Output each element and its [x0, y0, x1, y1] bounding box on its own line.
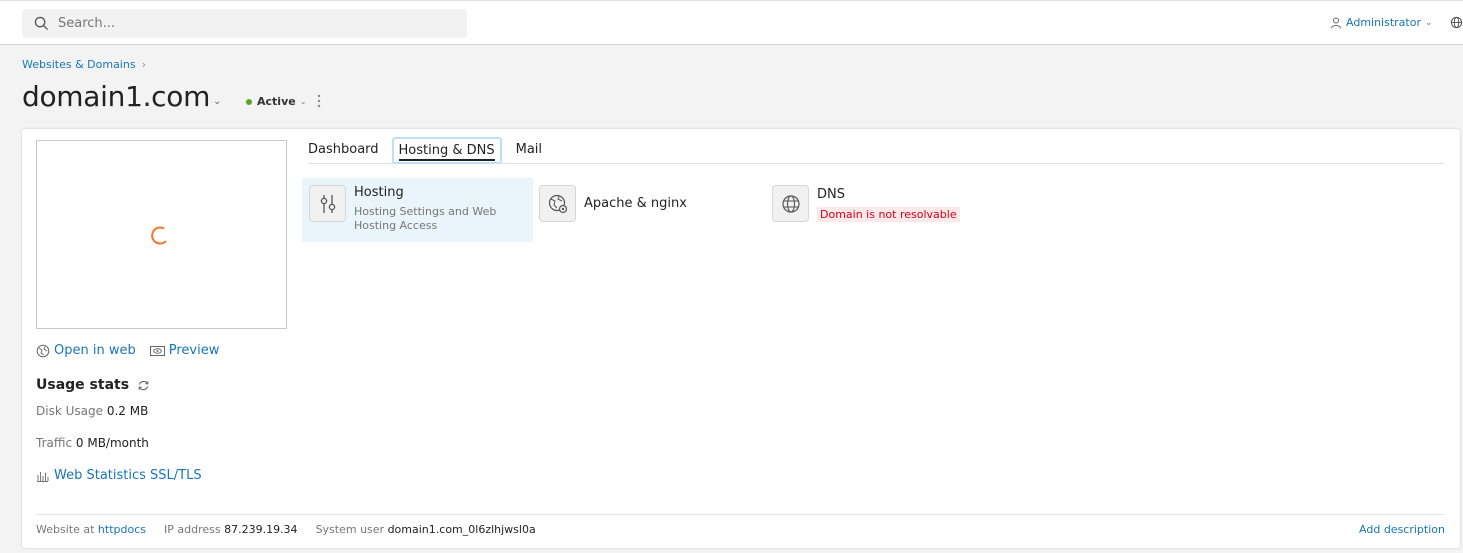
chevron-down-icon: ⌄: [1425, 17, 1433, 28]
dns-tile[interactable]: DNS Domain is not resolvable: [772, 185, 960, 222]
dns-tile-title: DNS: [817, 187, 845, 202]
system-user-value: domain1.com_0l6zlhjwsl0a: [387, 523, 536, 536]
site-links: Open in web Preview: [36, 343, 233, 358]
eye-icon: [149, 345, 165, 356]
tab-dashboard[interactable]: Dashboard: [308, 141, 379, 164]
sliders-icon: [309, 185, 346, 222]
preview-label: Preview: [168, 343, 220, 358]
disk-usage: Disk Usage 0.2 MB: [36, 404, 148, 418]
web-statistics-label: Web Statistics SSL/TLS: [54, 468, 202, 483]
domain-card: Open in web Preview Usage stats Disk Usa…: [22, 129, 1460, 548]
disk-usage-label: Disk Usage: [36, 404, 103, 418]
disk-usage-value: 0.2 MB: [106, 404, 149, 418]
hosting-tile[interactable]: Hosting Hosting Settings and Web Hosting…: [302, 178, 533, 242]
website-at-link[interactable]: httpdocs: [98, 523, 146, 536]
status-dot: [246, 98, 252, 105]
card-footer: Website at httpdocs IP address 87.239.19…: [36, 514, 1445, 536]
system-user-label: System user: [315, 523, 385, 536]
website-at-label: Website at: [36, 523, 95, 536]
website-at: Website at httpdocs: [36, 523, 146, 536]
status-label: Active: [257, 95, 296, 108]
loading-spinner-icon: [151, 226, 167, 245]
chevron-down-icon[interactable]: ⌄: [213, 96, 221, 107]
breadcrumb: Websites & Domains ›: [22, 58, 146, 71]
tab-mail[interactable]: Mail: [516, 141, 542, 164]
tab-hosting-dns[interactable]: Hosting & DNS: [391, 137, 502, 164]
bar-chart-icon: [37, 471, 49, 482]
chevron-down-icon: ⌄: [299, 97, 307, 106]
site-preview: [36, 140, 287, 329]
user-icon: [1331, 17, 1341, 29]
hosting-tile-description: Hosting Settings and Web Hosting Access: [354, 205, 497, 232]
globe-icon[interactable]: [1450, 16, 1463, 29]
system-user: System user domain1.com_0l6zlhjwsl0a: [316, 523, 536, 536]
ip-address: IP address 87.239.19.34: [164, 523, 298, 536]
ip-address-value: 87.239.19.34: [224, 523, 298, 536]
status-badge[interactable]: Active ⌄: [246, 95, 306, 108]
refresh-icon[interactable]: [137, 379, 150, 392]
traffic-label: Traffic: [36, 436, 73, 450]
search-input[interactable]: [58, 16, 458, 31]
more-options-icon[interactable]: [316, 94, 322, 108]
globe-icon: [772, 185, 809, 222]
user-name: Administrator: [1346, 16, 1421, 29]
top-bar: Administrator ⌄: [0, 0, 1463, 45]
hosting-tile-title: Hosting: [354, 185, 404, 200]
ip-address-label: IP address: [163, 523, 221, 536]
traffic: Traffic 0 MB/month: [36, 436, 149, 450]
tab-bar: Dashboard Hosting & DNS Mail: [308, 137, 1445, 164]
breadcrumb-websites-domains[interactable]: Websites & Domains: [22, 58, 136, 71]
apache-nginx-tile[interactable]: Apache & nginx: [539, 185, 687, 222]
usage-stats-title: Usage stats: [36, 377, 150, 393]
open-in-web-link[interactable]: Open in web: [36, 343, 136, 358]
globe-gear-icon: [539, 185, 576, 222]
apache-nginx-tile-title: Apache & nginx: [584, 196, 687, 211]
page-title: domain1.com: [22, 80, 211, 113]
search-box[interactable]: [22, 9, 467, 38]
search-icon: [34, 16, 50, 32]
usage-stats-label: Usage stats: [36, 377, 130, 393]
open-in-web-label: Open in web: [54, 343, 136, 358]
traffic-value: 0 MB/month: [75, 436, 149, 450]
preview-link[interactable]: Preview: [149, 343, 220, 358]
chevron-right-icon: ›: [141, 58, 146, 71]
globe-icon: [36, 344, 50, 357]
user-menu[interactable]: Administrator ⌄: [1330, 16, 1433, 29]
dns-status-badge: Domain is not resolvable: [817, 207, 960, 222]
web-statistics-link[interactable]: Web Statistics SSL/TLS: [36, 468, 202, 483]
add-description-link[interactable]: Add description: [1359, 523, 1445, 536]
